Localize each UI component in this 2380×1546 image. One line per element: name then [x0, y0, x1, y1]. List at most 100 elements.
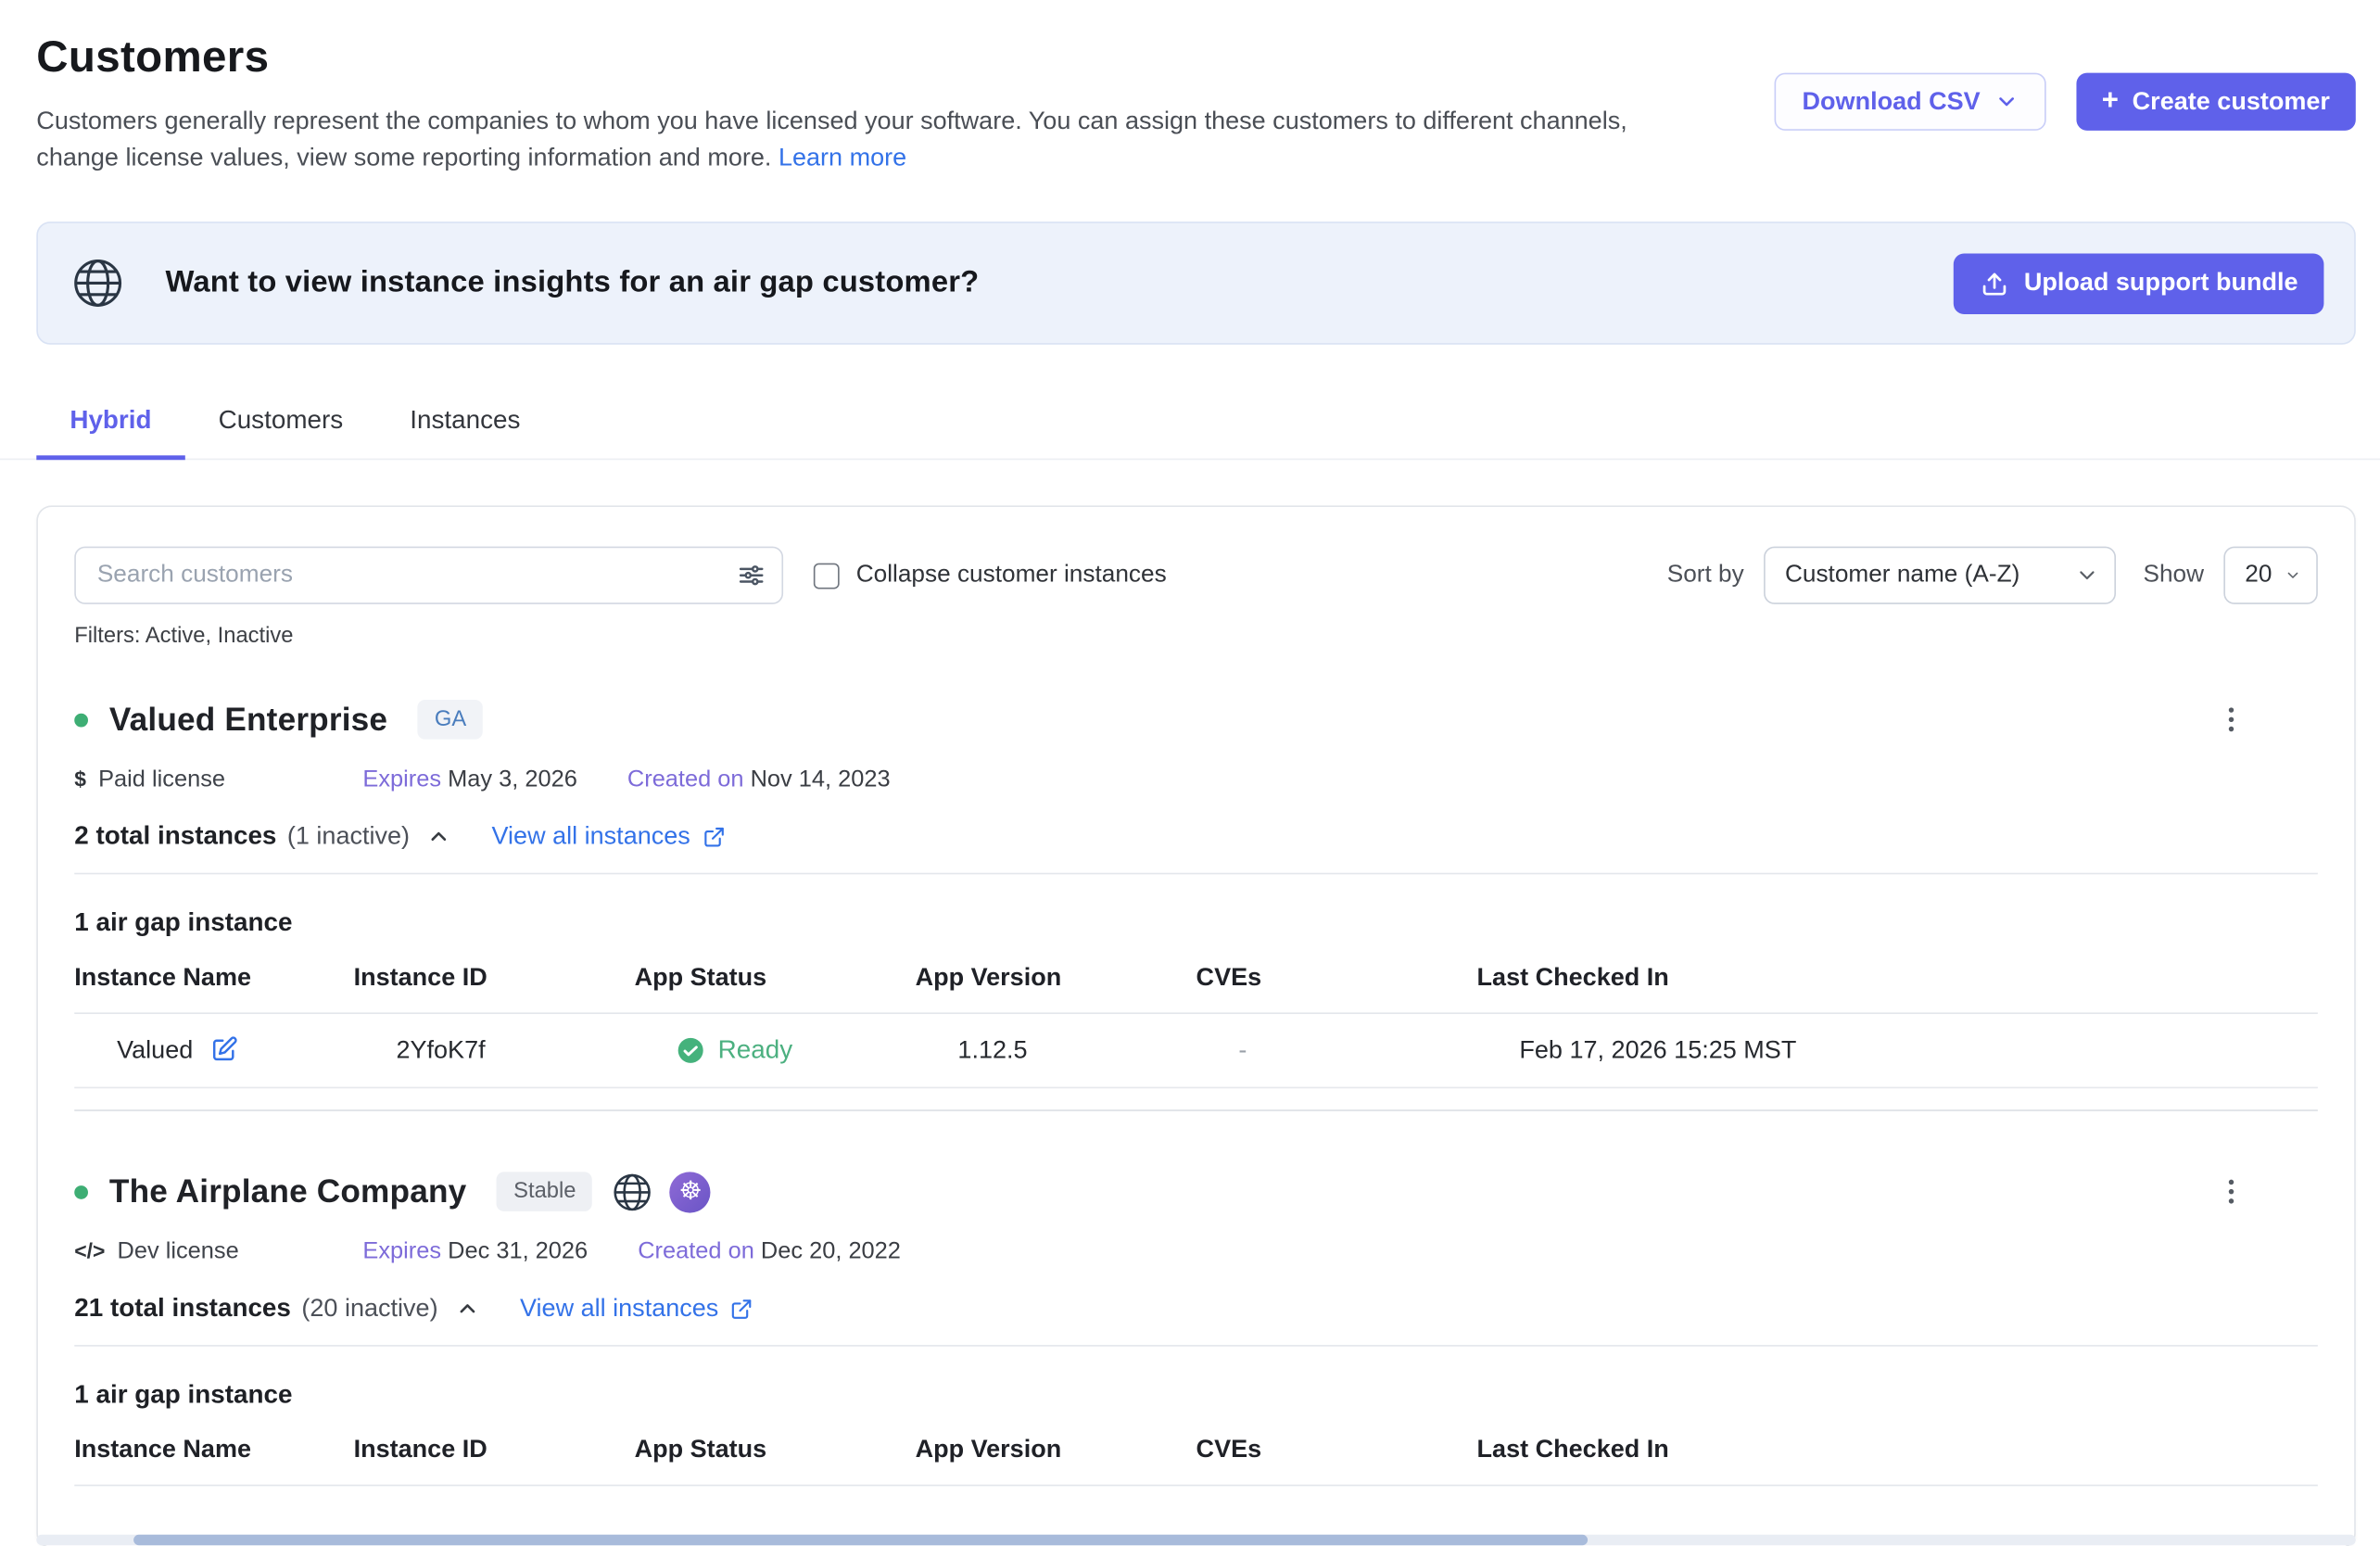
- chevron-down-icon: [2075, 564, 2099, 588]
- active-status-dot: [74, 1185, 88, 1198]
- horizontal-scrollbar-thumb[interactable]: [133, 1535, 1588, 1545]
- instance-id-cell: 2YfoK7f: [396, 1036, 677, 1065]
- inactive-note: (20 inactive): [301, 1294, 437, 1323]
- col-app-status: App Status: [635, 964, 916, 993]
- customer-name[interactable]: Valued Enterprise: [109, 701, 387, 739]
- customer-header: Valued Enterprise GA: [74, 691, 2318, 748]
- license-row: </> Dev license Expires Dec 31, 2026 Cre…: [74, 1238, 2318, 1265]
- paid-license-icon: $: [74, 767, 86, 791]
- helm-wheel-glyph: ☸: [679, 1179, 703, 1205]
- app-version-cell: 1.12.5: [957, 1036, 1238, 1065]
- view-all-instances-link[interactable]: View all instances: [492, 822, 726, 851]
- license-type-label: Dev license: [118, 1238, 239, 1265]
- globe-icon: [71, 257, 124, 310]
- kebab-menu-icon[interactable]: [2213, 700, 2249, 740]
- chevron-down-icon: [1994, 90, 2018, 114]
- col-last-checked-in: Last Checked In: [1477, 964, 2318, 993]
- page-title: Customers: [36, 33, 1775, 83]
- chevron-up-icon[interactable]: [426, 824, 450, 848]
- col-app-status: App Status: [635, 1436, 916, 1464]
- col-instance-id: Instance ID: [354, 1436, 635, 1464]
- show-select-value: 20: [2245, 562, 2272, 589]
- search-input[interactable]: [74, 547, 783, 604]
- divider: [74, 873, 2318, 875]
- helm-chart-icon: ☸: [670, 1172, 711, 1212]
- customer-divider: [74, 1109, 2318, 1111]
- filter-sliders-icon[interactable]: [736, 560, 766, 590]
- download-csv-button[interactable]: Download CSV: [1775, 73, 2045, 131]
- edit-instance-icon[interactable]: [209, 1035, 240, 1066]
- learn-more-link[interactable]: Learn more: [779, 145, 906, 171]
- customers-card: Collapse customer instances Sort by Cust…: [36, 505, 2355, 1546]
- tab-customers[interactable]: Customers: [185, 390, 377, 460]
- view-all-instances-label: View all instances: [520, 1294, 718, 1323]
- app-status-cell: Ready: [677, 1035, 957, 1066]
- sort-select[interactable]: Customer name (A-Z): [1764, 547, 2116, 604]
- license-type: $ Paid license: [74, 767, 362, 793]
- instances-table: Instance Name Instance ID App Status App…: [74, 955, 2318, 1088]
- page-description: Customers generally represent the compan…: [36, 103, 1660, 176]
- kebab-menu-icon[interactable]: [2213, 1172, 2249, 1211]
- show-select[interactable]: 20: [2223, 547, 2318, 604]
- total-instances: 2 total instances: [74, 821, 276, 852]
- instances-summary-row: 2 total instances (1 inactive) View all …: [74, 821, 2318, 852]
- airgap-globe-icon: [613, 1172, 653, 1212]
- collapse-instances-label[interactable]: Collapse customer instances: [856, 562, 1167, 589]
- check-circle-icon: [677, 1037, 703, 1064]
- col-app-version: App Version: [916, 964, 1196, 993]
- expires-date: May 3, 2026: [448, 767, 577, 792]
- chevron-down-icon: [2284, 564, 2300, 588]
- page-header-left: Customers Customers generally represent …: [36, 33, 1775, 176]
- page-header: Customers Customers generally represent …: [0, 0, 2380, 176]
- instances-table: Instance Name Instance ID App Status App…: [74, 1426, 2318, 1486]
- airgap-instance-heading: 1 air gap instance: [74, 1380, 2318, 1411]
- external-link-icon: [703, 825, 726, 848]
- instances-summary-row: 21 total instances (20 inactive) View al…: [74, 1293, 2318, 1324]
- customer-name[interactable]: The Airplane Company: [109, 1172, 466, 1210]
- banner-title: Want to view instance insights for an ai…: [166, 266, 980, 301]
- col-app-version: App Version: [916, 1436, 1196, 1464]
- upload-support-bundle-button[interactable]: Upload support bundle: [1954, 253, 2323, 314]
- customer-block-valued-enterprise: Valued Enterprise GA $ Paid license Expi…: [74, 691, 2318, 1088]
- app-window: Customers Customers generally represent …: [0, 0, 2380, 1546]
- app-status-text: Ready: [718, 1035, 792, 1066]
- collapse-instances-checkbox[interactable]: [814, 563, 840, 589]
- upload-icon: [1980, 268, 2010, 298]
- created-date: Dec 20, 2022: [761, 1238, 901, 1264]
- expires-date: Dec 31, 2026: [448, 1238, 588, 1264]
- dev-license-icon: </>: [74, 1238, 105, 1262]
- col-instance-id: Instance ID: [354, 964, 635, 993]
- filters-summary: Filters: Active, Inactive: [74, 624, 2318, 648]
- view-all-instances-label: View all instances: [492, 822, 690, 851]
- tab-instances[interactable]: Instances: [376, 390, 553, 460]
- instance-row[interactable]: Valued 2YfoK7f: [74, 1014, 2318, 1088]
- sort-select-value: Customer name (A-Z): [1785, 562, 2019, 589]
- divider: [74, 1345, 2318, 1347]
- airgap-instance-heading: 1 air gap instance: [74, 907, 2318, 938]
- airgap-insights-banner: Want to view instance insights for an ai…: [36, 222, 2355, 345]
- col-instance-name: Instance Name: [74, 964, 353, 993]
- view-all-instances-link[interactable]: View all instances: [520, 1294, 753, 1323]
- expires-label: Expires: [362, 1238, 441, 1264]
- cves-cell: -: [1238, 1036, 1519, 1065]
- create-customer-label: Create customer: [2133, 87, 2330, 116]
- horizontal-scrollbar[interactable]: [36, 1535, 2355, 1545]
- created-label: Created on: [627, 767, 744, 792]
- show-label: Show: [2143, 562, 2204, 589]
- instance-name: Valued: [117, 1036, 193, 1065]
- create-customer-button[interactable]: + Create customer: [2076, 73, 2356, 131]
- inactive-note: (1 inactive): [287, 822, 410, 851]
- license-type: </> Dev license: [74, 1238, 362, 1265]
- channel-badge: GA: [418, 700, 483, 740]
- tab-hybrid[interactable]: Hybrid: [36, 390, 184, 460]
- created-field: Created on Dec 20, 2022: [638, 1238, 901, 1265]
- instance-name-cell: Valued: [117, 1035, 396, 1066]
- sort-by-label: Sort by: [1667, 562, 1744, 589]
- chevron-up-icon[interactable]: [455, 1297, 479, 1321]
- header-actions: Download CSV + Create customer: [1775, 73, 2356, 131]
- plus-icon: +: [2102, 85, 2119, 119]
- col-cves: CVEs: [1196, 964, 1477, 993]
- col-instance-name: Instance Name: [74, 1436, 353, 1464]
- created-field: Created on Nov 14, 2023: [627, 767, 891, 793]
- customers-toolbar: Collapse customer instances Sort by Cust…: [74, 547, 2318, 604]
